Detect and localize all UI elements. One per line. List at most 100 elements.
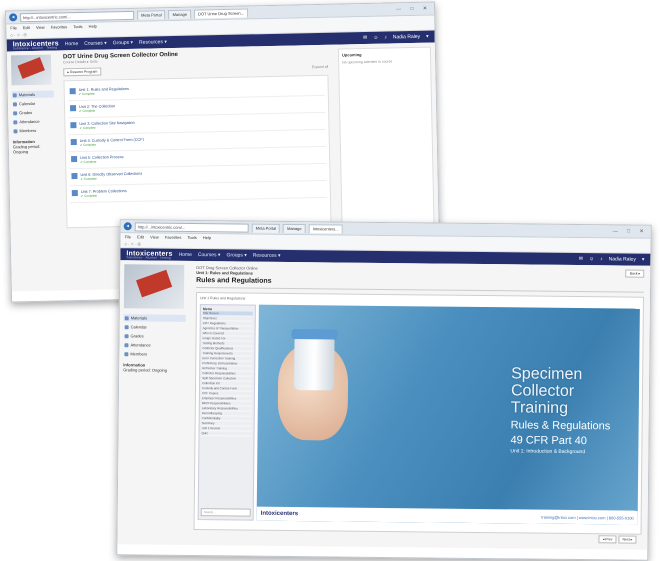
units-list: Unit 1: Rules and Regulations ✔ Complete U… xyxy=(63,74,332,229)
thumbnail-tag-image xyxy=(136,269,173,298)
browser-tab[interactable]: Manage xyxy=(283,223,306,233)
menu-favorites[interactable]: Favorites xyxy=(51,24,68,29)
sidebar-item-calendar[interactable]: Calendar xyxy=(12,100,54,108)
unit-icon xyxy=(71,190,78,197)
menu-help[interactable]: Help xyxy=(89,24,97,29)
menu-edit[interactable]: Edit xyxy=(23,25,30,30)
nav-home[interactable]: Home xyxy=(179,252,192,258)
breadcrumb-unit: Unit 1: Rules and Regulations xyxy=(196,270,253,276)
sidebar-item-materials[interactable]: Materials xyxy=(123,314,186,322)
course-player: Unit 1 Rules and Regulations Menu Title … xyxy=(193,292,644,544)
unit-icon xyxy=(71,173,78,180)
sidebar-item-members[interactable]: Members xyxy=(123,350,185,358)
sidebar-item-members[interactable]: Members xyxy=(12,127,54,135)
chevron-down-icon[interactable]: ▾ xyxy=(642,257,645,263)
browser-tab[interactable]: Meta Portal xyxy=(251,223,281,233)
lesson-content: Materials Calendar Grades Attendance Mem… xyxy=(117,260,651,550)
nav-courses[interactable]: Courses ▾ xyxy=(198,252,221,258)
nav-resources[interactable]: Resources ▾ xyxy=(139,39,167,46)
people-icon[interactable]: ☺ xyxy=(589,256,594,262)
window-controls[interactable]: — □ ✕ xyxy=(396,6,431,13)
nav-resources[interactable]: Resources ▾ xyxy=(253,253,281,259)
upcoming-title: Upcoming xyxy=(341,52,362,58)
player-controls: ◂ Prev Next ▸ xyxy=(598,535,637,544)
back-button[interactable]: Back ▸ xyxy=(625,269,645,278)
lesson-window: ◂ http://...intoxicentric.com/... Meta P… xyxy=(116,219,652,561)
lesson-title: Rules and Regulations xyxy=(196,277,645,293)
slide-menu-item[interactable]: Quiz xyxy=(201,431,252,437)
info-text: Grading period: Ongoing xyxy=(12,143,41,155)
star-icon[interactable]: ☆ xyxy=(16,32,20,37)
prev-button[interactable]: ◂ Prev xyxy=(598,535,617,544)
menu-tools[interactable]: Tools xyxy=(187,235,196,240)
slide-menu-panel: Menu Title Screen Objectives DOT Regulatio… xyxy=(197,304,256,521)
nav-groups[interactable]: Groups ▾ xyxy=(113,40,133,46)
thumbnail-tag-image xyxy=(17,57,45,79)
menu-edit[interactable]: Edit xyxy=(137,234,144,239)
menu-view[interactable]: View xyxy=(36,25,45,30)
unit-status: ✔ Complete xyxy=(80,176,97,181)
expand-all-link[interactable]: Expand all xyxy=(312,65,328,69)
unit-icon xyxy=(70,122,77,129)
grades-icon xyxy=(124,333,129,338)
calendar-icon xyxy=(124,324,129,329)
menu-tools[interactable]: Tools xyxy=(73,24,82,29)
browser-tab[interactable]: Meta Portal xyxy=(137,9,166,20)
brand-logo[interactable]: Intoxicenters Substance · Alcohol · Testi… xyxy=(126,250,172,259)
star-icon[interactable]: ☆ xyxy=(130,241,134,246)
people-icon[interactable]: ☺ xyxy=(373,35,378,41)
slide-canvas[interactable]: Specimen Collector Training Rules & Regu… xyxy=(256,304,640,525)
menu-file[interactable]: File xyxy=(10,25,17,30)
resume-program-button[interactable]: ▸ Resume Program xyxy=(63,67,102,77)
browser-tab-active[interactable]: Intoxicenters... xyxy=(308,223,343,234)
sidebar-item-materials[interactable]: Materials xyxy=(11,90,54,99)
attendance-icon xyxy=(124,342,129,347)
unit-status: ✔ Complete xyxy=(80,193,98,198)
home-icon[interactable]: ⌂ xyxy=(124,241,126,246)
browser-tab-active[interactable]: DOT Urine Drug Screen... xyxy=(193,7,249,19)
sidebar-item-grades[interactable]: Grades xyxy=(124,332,186,340)
slide-subtitle-line3: Unit 1: Introduction & Background xyxy=(510,448,586,456)
attendance-icon xyxy=(13,119,18,124)
menu-view[interactable]: View xyxy=(150,235,159,240)
bell-icon[interactable]: ♪ xyxy=(384,35,387,41)
sidebar-item-calendar[interactable]: Calendar xyxy=(124,323,186,331)
members-icon xyxy=(13,128,18,133)
address-bar[interactable]: http://...intoxicentric.com/... xyxy=(134,221,249,233)
course-sidebar: Materials Calendar Grades Attendance Mem… xyxy=(7,50,62,291)
mail-icon[interactable]: ✉ xyxy=(579,256,583,262)
slide-title-line1: Specimen xyxy=(511,365,583,384)
chevron-down-icon[interactable]: ▾ xyxy=(426,34,429,40)
menu-favorites[interactable]: Favorites xyxy=(165,235,182,240)
slide-subtitle-line2: 49 CFR Part 40 xyxy=(510,434,587,448)
address-bar[interactable]: http://...intoxicentric.com/... xyxy=(20,10,135,22)
specimen-cup-image xyxy=(293,335,335,391)
sidebar-item-attendance[interactable]: Attendance xyxy=(123,341,185,349)
lesson-main: DOT Drug Screen Collector Online Unit 1:… xyxy=(187,261,650,550)
print-icon[interactable]: ⎙ xyxy=(138,241,141,246)
next-button[interactable]: Next ▸ xyxy=(618,535,637,544)
home-icon[interactable]: ⌂ xyxy=(10,32,13,37)
bell-icon[interactable]: ♪ xyxy=(600,256,603,262)
nav-groups[interactable]: Groups ▾ xyxy=(226,252,246,258)
brand-logo[interactable]: Intoxicenters Substance · Alcohol · Testi… xyxy=(13,40,59,50)
grades-icon xyxy=(13,110,18,115)
menu-file[interactable]: File xyxy=(125,234,132,239)
back-nav-icon[interactable]: ◂ xyxy=(123,222,132,231)
nav-home[interactable]: Home xyxy=(65,41,78,47)
print-icon[interactable]: ⎙ xyxy=(24,32,27,37)
menu-help[interactable]: Help xyxy=(203,235,211,240)
sidebar-item-grades[interactable]: Grades xyxy=(12,109,54,117)
mail-icon[interactable]: ✉ xyxy=(363,35,367,41)
slide-subtitle-line1: Rules & Regulations xyxy=(510,419,611,433)
back-nav-icon[interactable]: ◂ xyxy=(9,13,18,22)
menu-search-input[interactable]: Search... xyxy=(200,508,251,517)
browser-tab[interactable]: Manage xyxy=(168,9,192,19)
sidebar-item-attendance[interactable]: Attendance xyxy=(12,118,54,126)
unit-icon xyxy=(71,156,78,163)
user-name[interactable]: Nadia Raley xyxy=(393,34,420,41)
window-controls[interactable]: — □ ✕ xyxy=(613,228,648,234)
slide-footer-contact: training@intox.com | www.intox.com | 800… xyxy=(541,514,634,521)
nav-courses[interactable]: Courses ▾ xyxy=(84,40,107,46)
user-name[interactable]: Nadia Raley xyxy=(609,256,636,262)
